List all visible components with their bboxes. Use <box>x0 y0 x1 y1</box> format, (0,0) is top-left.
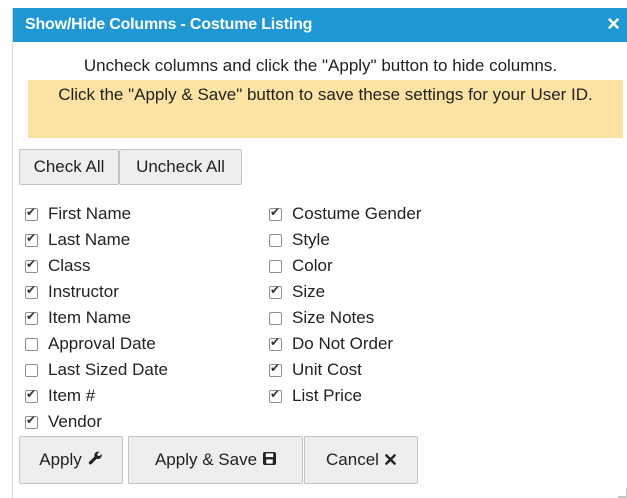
save-icon <box>263 452 277 468</box>
cancel-label: Cancel <box>326 450 379 469</box>
column-checkbox[interactable] <box>25 283 38 299</box>
column-option[interactable]: Item # <box>25 383 168 409</box>
column-checkbox[interactable] <box>269 233 282 247</box>
column-checkbox[interactable] <box>25 231 38 247</box>
column-option[interactable]: Unit Cost <box>269 357 421 383</box>
column-option[interactable]: Costume Gender <box>269 201 421 227</box>
column-label: Item # <box>48 386 96 405</box>
column-option[interactable]: List Price <box>269 383 421 409</box>
column-checkbox[interactable] <box>25 413 38 429</box>
check-all-button[interactable]: Check All <box>19 149 119 185</box>
uncheck-all-button[interactable]: Uncheck All <box>119 149 242 185</box>
column-label: List Price <box>292 386 362 405</box>
column-checkbox[interactable] <box>25 205 38 221</box>
column-checkbox[interactable] <box>269 335 282 351</box>
column-option[interactable]: Do Not Order <box>269 331 421 357</box>
column-checkbox[interactable] <box>25 337 38 351</box>
close-icon[interactable]: × <box>607 13 620 35</box>
dialog-title: Show/Hide Columns - Costume Listing <box>25 16 313 33</box>
column-option[interactable]: Class <box>25 253 168 279</box>
column-checkbox[interactable] <box>25 257 38 273</box>
column-label: Approval Date <box>48 334 156 353</box>
column-checkbox[interactable] <box>269 387 282 403</box>
column-label: Instructor <box>48 282 119 301</box>
column-option[interactable]: Approval Date <box>25 331 168 357</box>
column-label: Last Sized Date <box>48 360 169 379</box>
column-label: Do Not Order <box>292 334 394 353</box>
columns-left-list: First Name Last Name Class Instructor Item N… <box>25 201 168 435</box>
column-label: Size <box>292 282 326 301</box>
column-option[interactable]: Style <box>269 227 421 253</box>
column-label: Costume Gender <box>292 204 422 223</box>
column-checkbox[interactable] <box>269 311 282 325</box>
instruction-text: Uncheck columns and click the "Apply" bu… <box>83 56 558 75</box>
column-label: Style <box>292 230 330 249</box>
resize-handle[interactable] <box>618 488 627 498</box>
close-icon <box>385 452 396 468</box>
apply-button[interactable]: Apply <box>19 436 123 484</box>
column-option[interactable]: Vendor <box>25 409 168 435</box>
column-checkbox[interactable] <box>269 205 282 221</box>
column-checkbox[interactable] <box>25 387 38 403</box>
save-note: Click the "Apply & Save" button to save … <box>28 80 623 138</box>
column-option[interactable]: Last Sized Date <box>25 357 168 383</box>
column-option[interactable]: Item Name <box>25 305 168 331</box>
column-label: First Name <box>48 204 132 223</box>
column-label: Color <box>292 256 333 275</box>
column-checkbox[interactable] <box>269 283 282 299</box>
column-option[interactable]: Last Name <box>25 227 168 253</box>
wrench-icon <box>88 451 103 469</box>
column-option[interactable]: Size <box>269 279 421 305</box>
columns-right-list: Costume Gender Style Color Size Size Notes Do… <box>269 201 421 409</box>
column-label: Size Notes <box>292 308 375 327</box>
column-checkbox[interactable] <box>269 259 282 273</box>
column-label: Vendor <box>48 412 102 431</box>
column-option[interactable]: Color <box>269 253 421 279</box>
apply-save-label: Apply & Save <box>154 450 258 469</box>
column-option[interactable]: First Name <box>25 201 168 227</box>
column-checkbox[interactable] <box>25 363 38 377</box>
column-option[interactable]: Size Notes <box>269 305 421 331</box>
column-checkbox[interactable] <box>269 361 282 377</box>
column-label: Last Name <box>48 230 131 249</box>
show-hide-columns-dialog: Show/Hide Columns - Costume Listing × Un… <box>12 8 627 498</box>
apply-label: Apply <box>39 450 82 469</box>
apply-save-button[interactable]: Apply & Save <box>128 436 303 484</box>
column-label: Class <box>48 256 91 275</box>
column-checkbox[interactable] <box>25 309 38 325</box>
dialog-titlebar[interactable]: Show/Hide Columns - Costume Listing × <box>13 8 627 42</box>
column-label: Item Name <box>48 308 132 327</box>
column-label: Unit Cost <box>292 360 362 379</box>
column-option[interactable]: Instructor <box>25 279 168 305</box>
cancel-button[interactable]: Cancel <box>304 436 418 484</box>
